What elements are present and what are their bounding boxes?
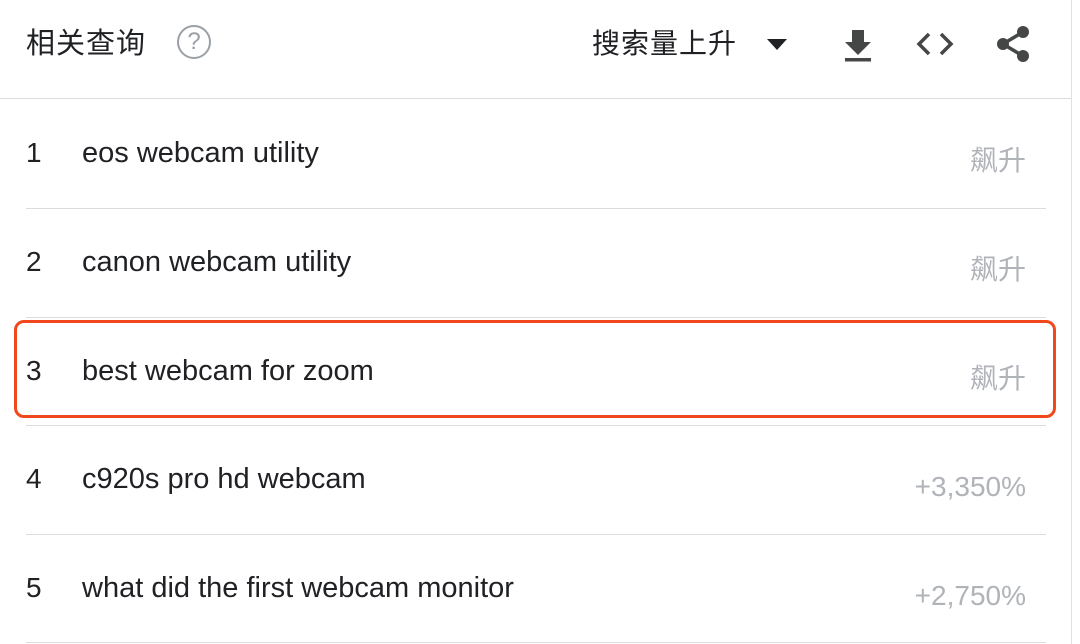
growth-value: 飙升: [969, 254, 1026, 285]
download-icon[interactable]: [838, 24, 878, 64]
card-header: 相关查询 ? 搜索量上升: [0, 0, 1071, 99]
caret-down-icon: [767, 38, 788, 50]
list-item[interactable]: 2 canon webcam utility 飙升: [26, 208, 1046, 316]
rank-number: 2: [26, 246, 42, 277]
help-icon[interactable]: ?: [177, 25, 211, 59]
list-item[interactable]: 4 c920s pro hd webcam +3,350%: [26, 425, 1046, 533]
sort-dropdown[interactable]: 搜索量上升: [592, 24, 788, 64]
rank-number: 5: [26, 572, 42, 603]
list-item[interactable]: 5 what did the first webcam monitor +2,7…: [26, 534, 1046, 642]
growth-value: 飙升: [969, 145, 1026, 176]
list-item[interactable]: 3 best webcam for zoom 飙升: [26, 317, 1046, 425]
rank-number: 4: [26, 463, 42, 494]
growth-value: 飙升: [969, 363, 1026, 394]
growth-value: +3,350%: [914, 471, 1026, 502]
rank-number: 1: [26, 137, 42, 168]
query-text[interactable]: what did the first webcam monitor: [82, 568, 514, 608]
sort-dropdown-label: 搜索量上升: [592, 28, 738, 59]
share-icon[interactable]: [993, 24, 1033, 64]
query-text[interactable]: canon webcam utility: [82, 242, 351, 282]
list-item[interactable]: 1 eos webcam utility 飙升: [26, 99, 1046, 207]
embed-code-icon[interactable]: [915, 24, 955, 64]
card-title: 相关查询: [26, 28, 147, 60]
query-text[interactable]: eos webcam utility: [82, 133, 319, 173]
rank-number: 3: [26, 355, 42, 386]
related-queries-card: 相关查询 ? 搜索量上升 1 eos webcam utility 飙升 2 c…: [0, 0, 1072, 644]
growth-value: +2,750%: [914, 580, 1026, 611]
query-text[interactable]: c920s pro hd webcam: [82, 459, 366, 499]
row-divider: [26, 642, 1046, 643]
query-text[interactable]: best webcam for zoom: [82, 351, 374, 391]
